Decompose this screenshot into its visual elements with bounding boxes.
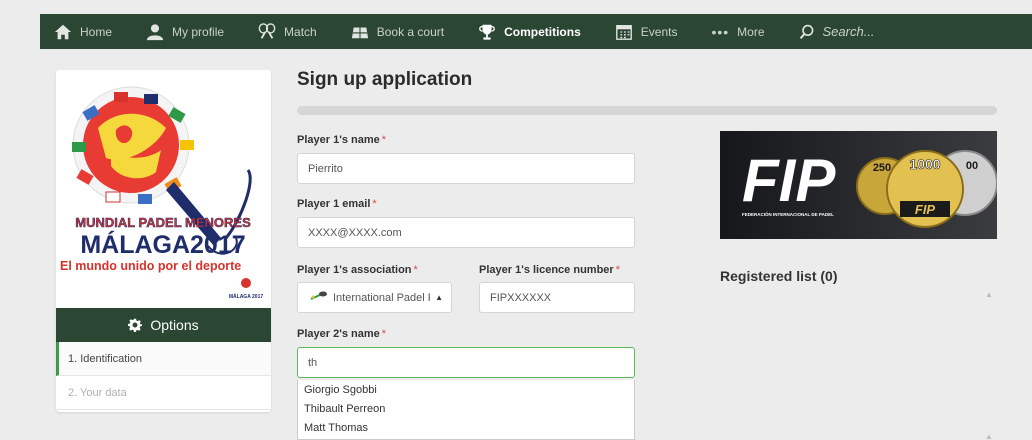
options-header: Options [56, 308, 271, 342]
coin-00: 00 [966, 160, 978, 172]
top-bar: Home My profile Match Book a court Compe… [0, 0, 1032, 58]
competition-card: MUNDIAL PADEL MENORES MÁLAGA2017 El mund… [56, 70, 271, 412]
nav-my-profile[interactable]: My profile [146, 14, 224, 49]
required-mark: * [413, 264, 418, 276]
home-icon [54, 24, 72, 39]
logo-badge-text: MÁLAGA 2017 [229, 293, 263, 300]
player1-licence-value: FIPXXXXXX [490, 291, 552, 304]
nav-match[interactable]: Match [258, 14, 317, 49]
nav-book-label: Book a court [376, 24, 445, 39]
registered-list-title: Registered list (0) [720, 268, 838, 284]
player2-name-label: Player 2's name * [297, 328, 386, 340]
nav-events-label: Events [640, 24, 678, 39]
court-icon [351, 27, 368, 38]
nav-competitions-label: Competitions [504, 24, 581, 39]
calendar-icon [615, 24, 632, 40]
player2-name-label-text: Player 2's name [297, 328, 380, 340]
nav-more-label: More [737, 24, 765, 39]
autocomplete-option[interactable]: Giorgio Sgobbi [298, 382, 634, 399]
player2-name-input[interactable]: th [297, 347, 635, 378]
fip-banner[interactable]: FIP FEDERACIÓN INTERNACIONAL DE PADEL 25… [720, 131, 997, 239]
coin-1000: 1000 [909, 156, 940, 172]
player1-association-label-text: Player 1's association [297, 264, 412, 276]
nav-home[interactable]: Home [54, 14, 112, 49]
caret-up-icon: ▲ [435, 293, 443, 302]
sidebar-item-label: 1. Identification [68, 352, 142, 365]
user-icon [146, 23, 164, 40]
nav-search[interactable]: Search... [799, 14, 875, 49]
nav-events[interactable]: Events [615, 14, 678, 49]
player2-autocomplete-list: Giorgio Sgobbi Thibault Perreon Matt Tho… [297, 380, 635, 440]
nav-profile-label: My profile [172, 24, 225, 39]
fip-banner-graphic: FIP FEDERACIÓN INTERNACIONAL DE PADEL 25… [720, 131, 997, 239]
logo-line1: MUNDIAL PADEL MENORES [75, 215, 251, 230]
nav-home-label: Home [80, 24, 113, 39]
nav-more[interactable]: ••• More [711, 14, 764, 49]
logo-line2: MÁLAGA2017 [80, 230, 245, 259]
more-dots-icon: ••• [711, 23, 730, 40]
search-input[interactable]: Search... [823, 24, 875, 39]
padel-ball-icon [310, 291, 328, 304]
sidebar-item-identification[interactable]: 1. Identification [56, 342, 271, 376]
player1-email-input[interactable]: XXXX@XXXX.com [297, 217, 635, 248]
required-mark: * [381, 134, 387, 146]
coin-fip-text: FIP [915, 202, 936, 217]
fip-subtitle: FEDERACIÓN INTERNACIONAL DE PADEL [742, 210, 834, 217]
search-icon [799, 24, 813, 39]
nav-match-label: Match [284, 24, 317, 39]
player1-email-label-text: Player 1 email [297, 198, 371, 210]
required-mark: * [615, 264, 620, 276]
player1-name-input[interactable]: Pierrito [297, 153, 635, 184]
player1-name-label-text: Player 1's name [297, 134, 380, 146]
options-label: Options [150, 317, 199, 333]
player1-email-label: Player 1 email * [297, 198, 377, 210]
nav-competitions[interactable]: Competitions [478, 14, 581, 49]
fip-logo-text: FIP [742, 147, 836, 214]
player1-licence-label: Player 1's licence number * [479, 264, 620, 276]
player1-name-label: Player 1's name * [297, 134, 386, 146]
autocomplete-option[interactable]: Thibault Perreon [298, 401, 634, 418]
collapse-caret-icon[interactable]: ▲ [985, 432, 993, 440]
autocomplete-option[interactable]: Matt Thomas [298, 420, 634, 437]
main-nav: Home My profile Match Book a court Compe… [40, 14, 1032, 49]
coin-250: 250 [873, 162, 891, 174]
gear-icon [128, 318, 143, 332]
player1-licence-input[interactable]: FIPXXXXXX [479, 282, 635, 313]
required-mark: * [372, 198, 377, 210]
player1-association-label: Player 1's association * [297, 264, 418, 276]
paddles-icon [258, 22, 276, 39]
progress-bar [297, 106, 997, 115]
sidebar-item-label: 2. Your data [68, 386, 127, 399]
player1-association-select[interactable]: International Padel F ▲ [297, 282, 452, 313]
nav-book-court[interactable]: Book a court [351, 14, 444, 49]
player1-email-value: XXXX@XXXX.com [308, 226, 402, 239]
trophy-icon [479, 24, 495, 40]
logo-line3: El mundo unido por el deporte [60, 259, 241, 273]
player2-name-value: th [308, 356, 318, 369]
player1-licence-label-text: Player 1's licence number [479, 264, 614, 276]
collapse-caret-icon[interactable]: ▲ [985, 290, 993, 299]
player1-association-value: International Padel F [333, 291, 431, 304]
required-mark: * [381, 328, 387, 340]
player1-name-value: Pierrito [308, 162, 343, 175]
page-title: Sign up application [297, 69, 473, 90]
event-logo: MUNDIAL PADEL MENORES MÁLAGA2017 El mund… [56, 70, 271, 308]
sidebar-item-your-data: 2. Your data [56, 376, 271, 410]
mundial-logo-graphic: MUNDIAL PADEL MENORES MÁLAGA2017 El mund… [60, 86, 264, 300]
